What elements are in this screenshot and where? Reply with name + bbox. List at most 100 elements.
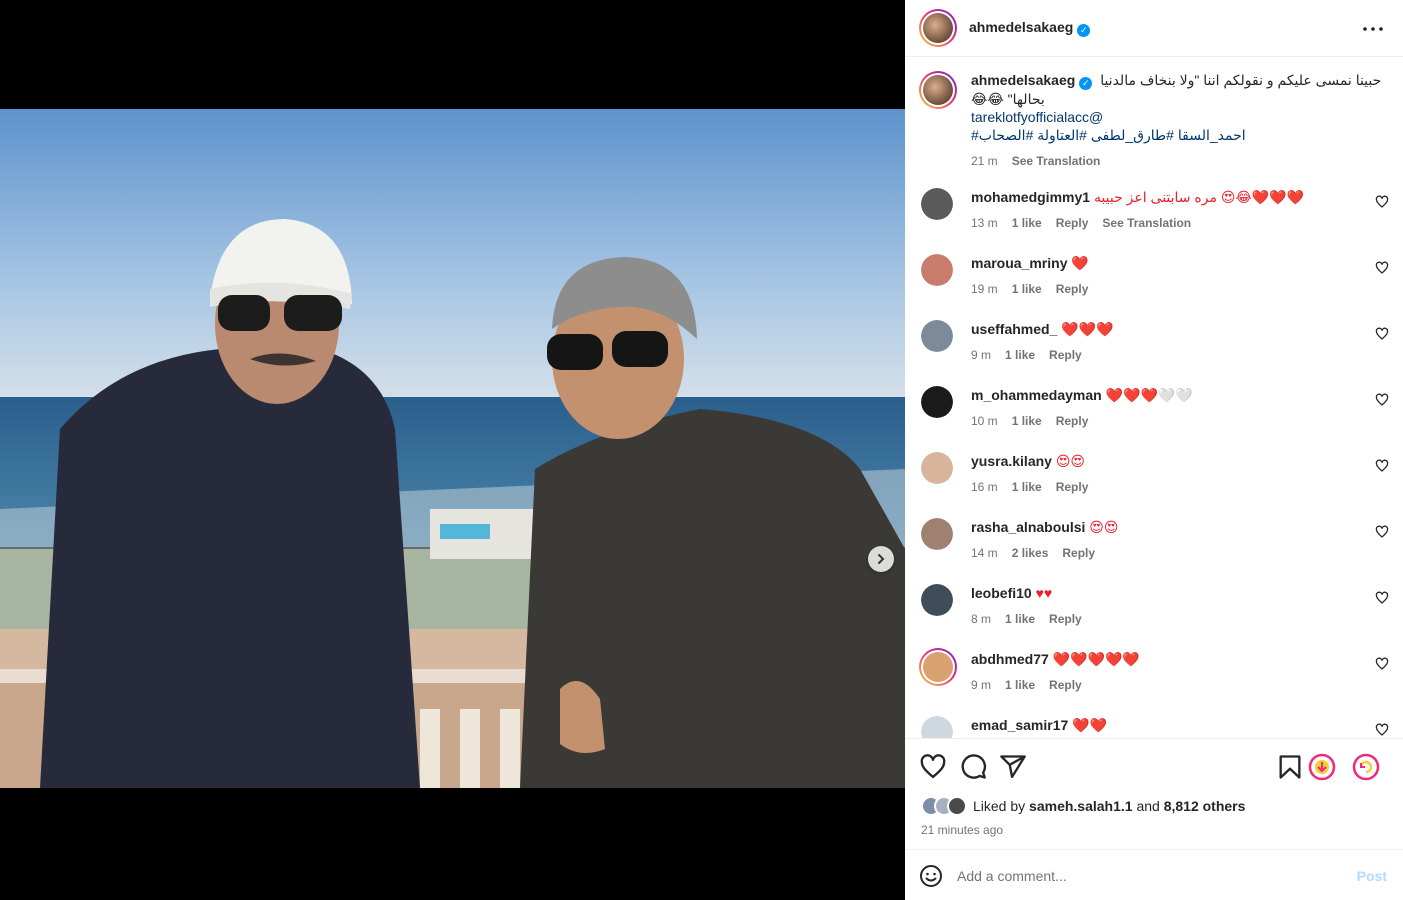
comment-item: mohamedgimmy1 مره سابتنى اعز حبيبه 😍😂❤️❤… <box>919 188 1389 254</box>
comment-like-heart-icon[interactable] <box>1375 525 1389 539</box>
comment-time: 8 m <box>971 612 992 626</box>
emoji-icon[interactable] <box>919 864 943 888</box>
download-extension-icon[interactable] <box>1308 753 1336 781</box>
comment-like-heart-icon[interactable] <box>1375 657 1389 671</box>
post-caption: ahmedelsakaeg ✓ حبينا نمسى عليكم و نقولكم… <box>919 71 1389 170</box>
comment-text: ♥♥ <box>1035 585 1053 601</box>
comment-item: emad_samir17 ❤️❤️ <box>919 716 1389 738</box>
more-options-button[interactable] <box>1361 17 1385 41</box>
caption-hashtags[interactable]: #احمد_السقا #طارق_لطفى #العتاولة #الصحاب <box>971 126 1389 144</box>
see-translation-link[interactable]: See Translation <box>1102 216 1191 230</box>
liked-by-others[interactable]: 8,812 others <box>1164 798 1246 814</box>
see-translation-link[interactable]: See Translation <box>1012 154 1101 168</box>
reply-button[interactable]: Reply <box>1062 546 1095 560</box>
comment-username[interactable]: abdhmed77 <box>971 651 1049 667</box>
comment-time: 13 m <box>971 216 998 230</box>
comment-time: 9 m <box>971 678 992 692</box>
comment-username[interactable]: m_ohammedayman <box>971 387 1102 403</box>
chevron-right-icon <box>878 554 885 564</box>
comment-username[interactable]: leobefi10 <box>971 585 1032 601</box>
reply-button[interactable]: Reply <box>1056 282 1089 296</box>
comment-item: abdhmed77 ❤️❤️❤️❤️❤️ 9 m 1 like Reply <box>919 648 1389 716</box>
avatar[interactable] <box>921 188 953 220</box>
comment-text: ❤️❤️❤️❤️❤️ <box>1052 651 1140 667</box>
comments-list[interactable]: ahmedelsakaeg ✓ حبينا نمسى عليكم و نقولكم… <box>905 57 1403 738</box>
avatar[interactable] <box>921 386 953 418</box>
liked-by-prefix: Liked by <box>973 798 1026 814</box>
comment-username[interactable]: emad_samir17 <box>971 717 1068 733</box>
comment-likes[interactable]: 1 like <box>1005 348 1035 362</box>
comment-username[interactable]: maroua_mriny <box>971 255 1067 271</box>
comment-likes[interactable]: 2 likes <box>1012 546 1049 560</box>
next-photo-button[interactable] <box>868 546 894 572</box>
reply-button[interactable]: Reply <box>1056 216 1089 230</box>
avatar[interactable] <box>921 254 953 286</box>
comment-text: ❤️ <box>1071 255 1089 271</box>
comment-icon[interactable] <box>959 753 987 781</box>
comment-like-heart-icon[interactable] <box>1375 327 1389 341</box>
reply-button[interactable]: Reply <box>1056 414 1089 428</box>
reply-button[interactable]: Reply <box>1049 678 1082 692</box>
avatar[interactable] <box>921 716 953 738</box>
comment-item: leobefi10 ♥♥ 8 m 1 like Reply <box>919 584 1389 650</box>
comment-item: maroua_mriny ❤️ 19 m 1 like Reply <box>919 254 1389 320</box>
comment-like-heart-icon[interactable] <box>1375 261 1389 275</box>
avatar <box>947 796 967 816</box>
comment-username[interactable]: yusra.kilany <box>971 453 1052 469</box>
caption-time: 21 m <box>971 154 998 168</box>
comment-likes[interactable]: 1 like <box>1012 216 1042 230</box>
post-photo[interactable] <box>0 109 905 788</box>
reply-button[interactable]: Reply <box>1056 480 1089 494</box>
comment-item: useffahmed_ ❤️❤️❤️ 9 m 1 like Reply <box>919 320 1389 386</box>
reload-extension-icon[interactable] <box>1352 753 1380 781</box>
post-comment-button[interactable]: Post <box>1357 868 1387 884</box>
more-horizontal-icon <box>1363 27 1383 31</box>
comment-like-heart-icon[interactable] <box>1375 591 1389 605</box>
comment-likes[interactable]: 1 like <box>1005 612 1035 626</box>
instagram-post-viewer: ahmedelsakaeg ✓ ahmedelsakaeg ✓ حبينا نمسى… <box>0 0 1403 900</box>
liked-by-and: and <box>1136 798 1160 814</box>
header-avatar[interactable] <box>919 9 957 47</box>
caption-avatar[interactable] <box>919 71 957 109</box>
avatar[interactable] <box>921 452 953 484</box>
comment-like-heart-icon[interactable] <box>1375 195 1389 209</box>
avatar[interactable] <box>921 518 953 550</box>
reply-button[interactable]: Reply <box>1049 612 1082 626</box>
header-username[interactable]: ahmedelsakaeg ✓ <box>969 19 1091 37</box>
comment-time: 9 m <box>971 348 992 362</box>
comment-like-heart-icon[interactable] <box>1375 459 1389 473</box>
post-header: ahmedelsakaeg ✓ <box>905 0 1403 57</box>
caption-text-line2: 😂😂 "بحالها <box>971 91 1045 107</box>
comment-username[interactable]: useffahmed_ <box>971 321 1057 337</box>
reply-button[interactable]: Reply <box>1049 348 1082 362</box>
caption-username[interactable]: ahmedelsakaeg <box>971 72 1075 88</box>
avatar[interactable] <box>921 584 953 616</box>
bookmark-icon[interactable] <box>1276 753 1304 781</box>
comment-time: 16 m <box>971 480 998 494</box>
comment-text: 😍😍 <box>1089 519 1119 535</box>
comment-likes[interactable]: 1 like <box>1012 480 1042 494</box>
comment-likes[interactable]: 1 like <box>1005 678 1035 692</box>
comment-text: مره سابتنى اعز حبيبه 😍😂❤️❤️❤️ <box>1093 189 1305 205</box>
comment-time: 10 m <box>971 414 998 428</box>
avatar[interactable] <box>919 648 957 686</box>
comment-input[interactable] <box>957 867 1337 884</box>
comment-text: ❤️❤️❤️ <box>1061 321 1114 337</box>
comment-likes[interactable]: 1 like <box>1012 282 1042 296</box>
heart-icon[interactable] <box>919 753 947 781</box>
comment-username[interactable]: rasha_alnaboulsi <box>971 519 1085 535</box>
comment-like-heart-icon[interactable] <box>1375 393 1389 407</box>
caption-mention[interactable]: tareklotfyofficialacc@ <box>971 108 1389 126</box>
avatar[interactable] <box>921 320 953 352</box>
comment-username[interactable]: mohamedgimmy1 <box>971 189 1090 205</box>
liked-by-user[interactable]: sameh.salah1.1 <box>1029 798 1133 814</box>
comment-likes[interactable]: 1 like <box>1012 414 1042 428</box>
comment-like-heart-icon[interactable] <box>1375 723 1389 737</box>
comment-text: ❤️❤️❤️🤍🤍 <box>1105 387 1193 403</box>
comment-time: 14 m <box>971 546 998 560</box>
post-photo-image <box>0 109 905 788</box>
comment-text: ❤️❤️ <box>1072 717 1108 733</box>
media-area <box>0 0 905 900</box>
comment-item: yusra.kilany 😍😍 16 m 1 like Reply <box>919 452 1389 518</box>
share-icon[interactable] <box>999 753 1027 781</box>
